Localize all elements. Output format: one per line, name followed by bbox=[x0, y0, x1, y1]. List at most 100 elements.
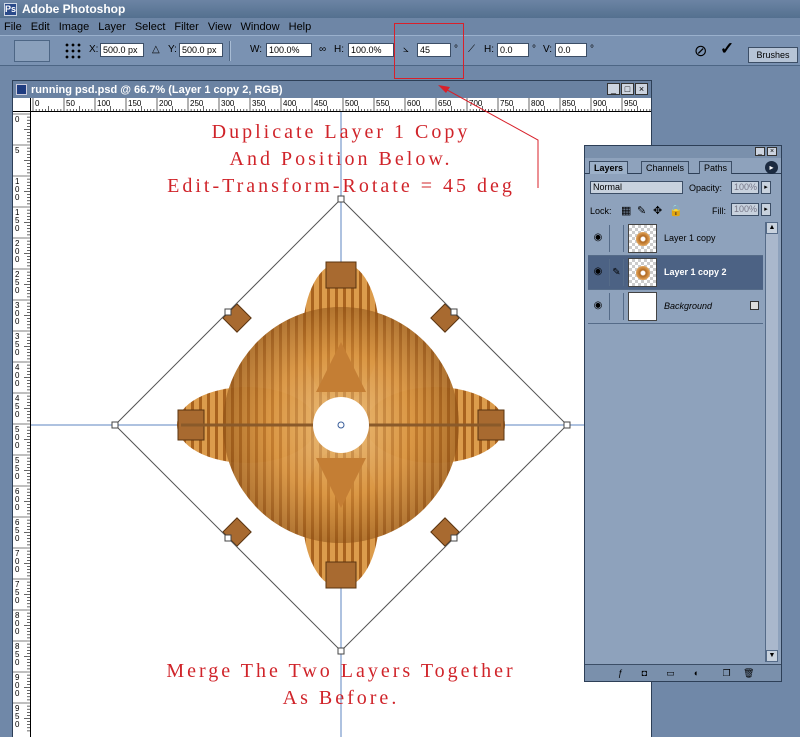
layer-name: Layer 1 copy 2 bbox=[664, 267, 727, 277]
reference-point-icon[interactable] bbox=[64, 42, 82, 60]
annotation-top: Duplicate Layer 1 Copy And Position Belo… bbox=[31, 119, 651, 200]
horizontal-ruler: 0 50 100 150 200 250 300 350 400 450 500 550 600 650 7… bbox=[31, 98, 651, 112]
menu-filter[interactable]: Filter bbox=[174, 21, 198, 33]
brushes-tab[interactable]: Brushes bbox=[748, 47, 798, 63]
ruler-label: 0 bbox=[15, 658, 20, 667]
fill-field[interactable]: 100% bbox=[731, 203, 759, 216]
document-window: running psd.psd @ 66.7% (Layer 1 copy 2,… bbox=[12, 80, 652, 737]
ruler-corner bbox=[13, 98, 31, 112]
menu-file[interactable]: File bbox=[4, 21, 22, 33]
panel-title-bar bbox=[585, 146, 781, 158]
lock-move-icon[interactable]: ✥ bbox=[653, 204, 662, 217]
minimize-button[interactable]: _ bbox=[607, 83, 620, 95]
tab-channels[interactable]: Channels bbox=[641, 161, 690, 174]
annotation-line: Edit-Transform-Rotate = 45 deg bbox=[167, 175, 515, 197]
annotation-line: And Position Below. bbox=[229, 148, 453, 170]
ruler-label: 500 bbox=[345, 99, 359, 108]
layer-link-cell[interactable] bbox=[609, 225, 624, 252]
triangle-icon: △ bbox=[152, 44, 160, 55]
opacity-label: Opacity: bbox=[689, 183, 723, 193]
blend-mode-select[interactable]: Normal bbox=[590, 181, 683, 194]
tab-paths[interactable]: Paths bbox=[699, 161, 733, 174]
ruler-label: 0 bbox=[15, 534, 20, 543]
w-label: W: bbox=[250, 44, 263, 55]
ruler-label: 0 bbox=[35, 99, 40, 108]
lock-transparency-icon[interactable]: ▦ bbox=[621, 204, 631, 217]
cancel-transform-icon[interactable]: ⊘ bbox=[694, 41, 707, 61]
scroll-up-icon[interactable]: ▲ bbox=[766, 222, 778, 234]
ruler-label: 350 bbox=[252, 99, 266, 108]
menu-layer[interactable]: Layer bbox=[98, 21, 126, 33]
layer-row[interactable]: ◉ Layer 1 copy bbox=[588, 222, 763, 256]
add-mask-icon[interactable]: ◘ bbox=[639, 668, 650, 678]
separator bbox=[229, 41, 231, 61]
panel-close-button[interactable]: × bbox=[767, 147, 777, 156]
maximize-button[interactable]: □ bbox=[621, 83, 634, 95]
annotation-line: Merge The Two Layers Together bbox=[166, 660, 516, 682]
skew-v-field[interactable]: 0.0 bbox=[555, 43, 587, 57]
ruler-label: 0 bbox=[15, 193, 20, 202]
lock-all-icon[interactable]: 🔒 bbox=[669, 204, 683, 217]
tool-preset-picker[interactable] bbox=[14, 40, 50, 62]
y-field[interactable]: 500.0 px bbox=[179, 43, 223, 57]
menu-window[interactable]: Window bbox=[241, 21, 280, 33]
layer-row[interactable]: ◉ ✎ Layer 1 copy 2 bbox=[588, 256, 763, 290]
delete-layer-icon[interactable]: 🗑 bbox=[743, 668, 754, 678]
ruler-label: 0 bbox=[15, 472, 20, 481]
skew-v-unit: ° bbox=[590, 44, 594, 55]
ruler-label: 150 bbox=[128, 99, 142, 108]
document-title-bar: running psd.psd @ 66.7% (Layer 1 copy 2,… bbox=[13, 81, 651, 98]
visibility-eye-icon[interactable]: ◉ bbox=[591, 266, 605, 278]
x-label: X: bbox=[89, 44, 99, 55]
layer-row[interactable]: ◉ Background bbox=[588, 290, 763, 324]
link-icon[interactable]: ∞ bbox=[319, 44, 326, 55]
visibility-eye-icon[interactable]: ◉ bbox=[591, 232, 605, 244]
skew-icon: ⟋ bbox=[468, 44, 475, 55]
ruler-label: 550 bbox=[376, 99, 390, 108]
layer-link-cell[interactable] bbox=[609, 293, 624, 320]
visibility-eye-icon[interactable]: ◉ bbox=[591, 300, 605, 312]
layer-style-icon[interactable]: ƒ bbox=[615, 668, 626, 678]
layer-name: Layer 1 copy bbox=[664, 233, 716, 243]
adjustment-layer-icon[interactable]: ◐ bbox=[691, 668, 702, 678]
new-layer-icon[interactable]: ❐ bbox=[721, 668, 732, 678]
ruler-label: 5 bbox=[15, 146, 20, 155]
fill-arrow-icon[interactable]: ▸ bbox=[761, 203, 771, 216]
panel-minimize-button[interactable]: _ bbox=[755, 147, 765, 156]
close-button[interactable]: × bbox=[635, 83, 648, 95]
panel-menu-icon[interactable]: ▸ bbox=[765, 161, 778, 174]
lock-paint-icon[interactable]: ✎ bbox=[637, 204, 646, 217]
ruler-label: 0 bbox=[15, 255, 20, 264]
menu-help[interactable]: Help bbox=[289, 21, 312, 33]
ruler-label: 0 bbox=[15, 286, 20, 295]
tab-layers[interactable]: Layers bbox=[589, 161, 629, 174]
commit-transform-icon[interactable]: ✓ bbox=[720, 39, 734, 59]
opacity-arrow-icon[interactable]: ▸ bbox=[761, 181, 771, 194]
ruler-label: 600 bbox=[407, 99, 421, 108]
ruler-label: 0 bbox=[15, 317, 20, 326]
menu-edit[interactable]: Edit bbox=[31, 21, 50, 33]
menu-view[interactable]: View bbox=[208, 21, 232, 33]
paintbrush-icon[interactable]: ✎ bbox=[609, 259, 624, 286]
y-label: Y: bbox=[168, 44, 177, 55]
layer-thumbnail bbox=[628, 258, 657, 287]
width-field[interactable]: 100.0% bbox=[266, 43, 312, 57]
ruler-label: 0 bbox=[15, 596, 20, 605]
scroll-down-icon[interactable]: ▼ bbox=[766, 650, 778, 662]
background-lock-icon bbox=[750, 301, 759, 310]
x-field[interactable]: 500.0 px bbox=[100, 43, 144, 57]
skew-h-field[interactable]: 0.0 bbox=[497, 43, 529, 57]
opacity-field[interactable]: 100% bbox=[731, 181, 759, 194]
fill-label: Fill: bbox=[712, 206, 726, 216]
height-field[interactable]: 100.0% bbox=[348, 43, 394, 57]
ruler-label: 0 bbox=[15, 503, 20, 512]
layers-scrollbar[interactable]: ▲ ▼ bbox=[765, 222, 778, 662]
ruler-label: 200 bbox=[159, 99, 173, 108]
canvas[interactable]: Duplicate Layer 1 Copy And Position Belo… bbox=[31, 112, 651, 737]
new-set-icon[interactable]: ▭ bbox=[665, 668, 676, 678]
menu-image[interactable]: Image bbox=[59, 21, 90, 33]
layer-name: Background bbox=[664, 301, 713, 311]
ruler-label: 0 bbox=[15, 224, 20, 233]
menu-select[interactable]: Select bbox=[135, 21, 166, 33]
skew-v-label: V: bbox=[543, 44, 553, 55]
